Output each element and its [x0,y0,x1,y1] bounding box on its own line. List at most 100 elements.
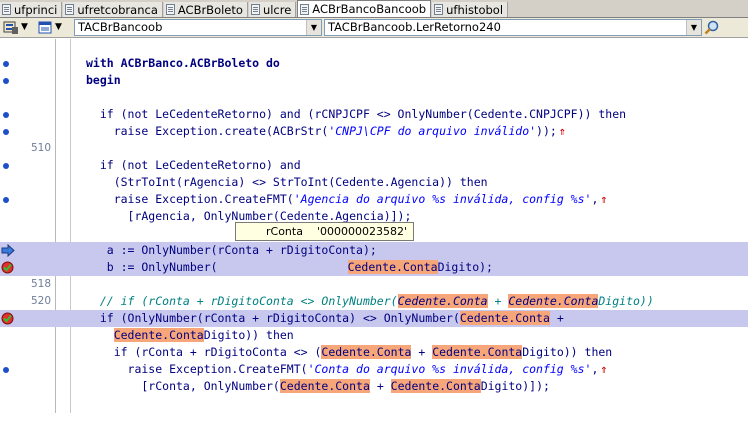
comment-text: + [487,294,509,308]
class-selector-combo[interactable]: TACBrBancoob ▼ [74,19,322,36]
unit-file-icon [65,4,75,15]
execution-point-icon [1,244,15,257]
unit-file-icon [165,4,175,15]
tab-acbrbancobancoob[interactable]: ACBrBancoBancoob [297,0,432,17]
tooltip-variable-value: '000000023582' [316,225,407,238]
search-match: Cedente.Conta [508,294,599,308]
code-text: (StrToInt(rAgencia) <> StrToInt(Cedente.… [86,175,488,189]
code-text: + [369,379,391,393]
search-match: Cedente.Conta [321,345,412,359]
tooltip-variable-name: rConta [266,225,303,238]
code-text: if (OnlyNumber(rConta + rDigitoConta) <>… [86,311,460,325]
code-text: Digito)) then [522,345,613,359]
code-text: Digito); [437,260,493,274]
tab-label: ufretcobranca [77,2,158,17]
code-line[interactable]: if (rConta + rDigitoConta <> (Cedente.Co… [0,344,748,361]
code-text: if (not LeCedenteRetorno) and [86,158,301,172]
code-line[interactable]: raise Exception.create(ACBrStr('CNPJ\CPF… [0,123,748,140]
breakpoint-dot-icon[interactable] [3,197,9,203]
breakpoint-dot-icon[interactable] [3,163,9,169]
breakpoint-check-icon[interactable] [1,261,14,274]
debug-evaluation-tooltip: rConta '000000023582' [235,222,414,241]
chevron-down-icon[interactable]: ▼ [686,20,701,35]
chevron-down-icon[interactable]: ▼ [55,22,62,32]
search-match: Cedente.Conta [459,311,550,325]
method-selector-value: TACBrBancoob.LerRetorno240 [328,20,501,34]
tab-acbrboleto[interactable]: ACBrBoleto [163,2,248,17]
exit-arrow-icon: ⇑ [600,362,608,376]
exit-arrow-icon: ⇑ [600,192,608,206]
code-text: if (not LeCedenteRetorno) and (rCNPJCPF … [86,107,627,121]
code-text: raise Exception.CreateFMT( [86,192,294,206]
code-text: b := OnlyNumber( [86,260,218,274]
tab-label: ufprinci [14,2,58,17]
code-navigation-toolbar: ▼ ▼ TACBrBancoob ▼ TACBrBancoob.LerRetor… [0,18,748,38]
search-match: Cedente.Conta [279,379,370,393]
tab-ufretcobranca[interactable]: ufretcobranca [63,2,163,17]
code-line[interactable]: (StrToInt(rAgencia) <> StrToInt(Cedente.… [0,174,748,191]
comment-text: // if (rConta + rDigitoConta <> OnlyNumb… [86,294,398,308]
tab-label: ACBrBoleto [177,2,243,17]
search-match: Cedente.Conta [432,345,523,359]
breakpoint-check-icon[interactable] [1,312,14,325]
code-text: with ACBrBanco.ACBrBoleto do [86,56,280,70]
tab-ulcre[interactable]: ulcre [248,2,297,17]
unit-file-icon [250,4,260,15]
class-selector-value: TACBrBancoob [78,20,163,34]
code-line[interactable]: raise Exception.CreateFMT('Agencia do ar… [0,191,748,208]
comment-text: Digito)) [598,294,654,308]
tab-label: ulcre [262,2,292,17]
code-text: )); [536,124,557,138]
tab-label: ufhistobol [446,2,504,17]
string-literal: 'CNPJ\CPF do arquivo inválido' [328,124,537,138]
tab-ufprinci[interactable]: ufprinci [0,2,63,17]
breakpoint-dot-icon[interactable] [3,367,9,373]
code-line[interactable]: begin [0,72,748,89]
breakpoint-dot-icon[interactable] [3,61,9,67]
code-line-execution-point[interactable]: 518 a := OnlyNumber(rConta + rDigitoCont… [0,242,748,290]
method-selector-combo[interactable]: TACBrBancoob.LerRetorno240 ▼ [324,19,702,36]
code-text: begin [86,73,121,87]
exit-arrow-icon: ⇑ [558,124,566,138]
code-line[interactable]: [rConta, OnlyNumber(Cedente.Conta + Cede… [0,378,748,395]
code-line[interactable]: Cedente.ContaDigito)) then [0,327,748,344]
tab-label: ACBrBancoBancoob [312,2,427,16]
code-text: Digito)]); [480,379,550,393]
code-text: + [411,345,433,359]
tab-ufhistobol[interactable]: ufhistobol [432,2,509,17]
code-line[interactable]: raise Exception.CreateFMT('Conta do arqu… [0,361,748,378]
search-match: Cedente.Conta [390,379,481,393]
unit-file-icon [300,3,310,15]
code-text: , [591,192,599,206]
code-line[interactable]: if (OnlyNumber(rConta + rDigitoConta) <>… [0,310,748,327]
search-match: Cedente.Conta [113,328,204,342]
chevron-down-icon[interactable]: ▼ [21,22,28,32]
find-icon[interactable] [704,20,720,35]
code-text: [rConta, OnlyNumber( [86,379,280,393]
code-text: , [591,362,599,376]
unit-list-icon[interactable] [37,20,53,35]
code-text: raise Exception.create(ACBrStr( [86,124,329,138]
string-literal: 'Conta do arquivo %s inválida, config %s… [307,362,592,376]
code-text: a := OnlyNumber(rConta + rDigitoConta); [86,243,377,257]
code-line[interactable]: with ACBrBanco.ACBrBoleto do [0,55,748,72]
code-text: if (rConta + rDigitoConta <> ( [86,345,322,359]
breakpoint-dot-icon[interactable] [3,112,9,118]
code-text: raise Exception.CreateFMT( [86,362,308,376]
code-line-comment[interactable]: // if (rConta + rDigitoConta <> OnlyNumb… [0,293,748,310]
code-line[interactable]: 510 if (not LeCedenteRetorno) and (rCNPJ… [0,106,748,154]
breakpoint-dot-icon[interactable] [3,78,9,84]
breakpoint-dot-icon[interactable] [3,129,9,135]
object-inspector-icon[interactable] [3,20,19,35]
code-line[interactable]: 520 [0,276,748,307]
editor-tab-bar: ufprinci ufretcobranca ACBrBoleto ulcre … [0,0,748,18]
code-line[interactable]: b := OnlyNumber( Cedente.ContaDigito); [0,259,748,276]
unit-file-icon [2,4,11,15]
code-line[interactable]: if (not LeCedenteRetorno) and [0,157,748,174]
search-match: Cedente.Conta [397,294,488,308]
code-text: + [549,311,564,325]
unit-file-icon [434,4,444,15]
chevron-down-icon[interactable]: ▼ [306,20,321,35]
search-match: Cedente.Conta [347,260,438,274]
